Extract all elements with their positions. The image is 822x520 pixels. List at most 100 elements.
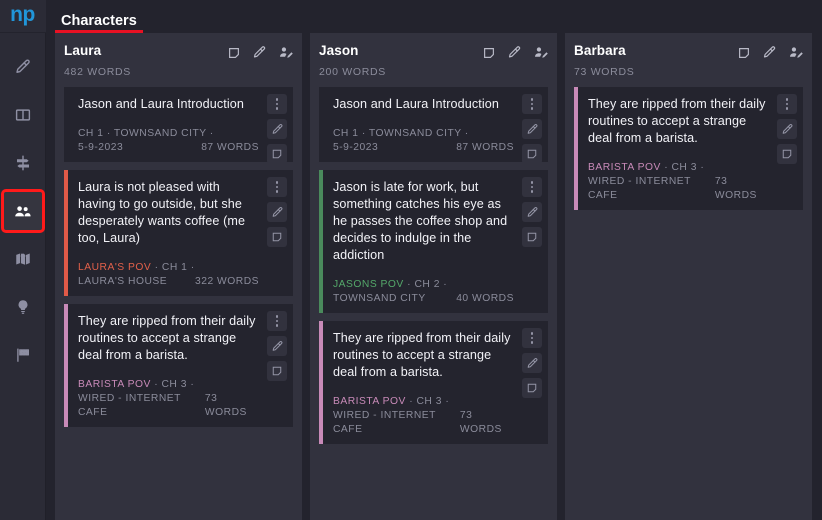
card-actions	[522, 94, 542, 164]
card-location-text: TOWNSAND CITY	[333, 293, 426, 304]
nav-icon-list	[0, 33, 45, 383]
note-icon[interactable]	[482, 46, 496, 60]
pen-icon[interactable]	[252, 45, 267, 60]
card-pov-label: BARISTA POV	[78, 379, 151, 390]
card-pov-label: BARISTA POV	[588, 162, 661, 173]
sidebar-item-places[interactable]	[3, 239, 43, 279]
card-word-count: 322 WORDS	[194, 276, 259, 287]
note-icon-button[interactable]	[267, 227, 287, 247]
column-header: Barbara	[574, 43, 803, 60]
card-location-text: 5-9-2023	[78, 142, 124, 153]
card-actions	[522, 177, 542, 247]
sidebar-item-ideas[interactable]	[3, 287, 43, 327]
more-vertical-icon-button[interactable]	[777, 94, 797, 114]
flag-icon	[14, 346, 32, 364]
card-meta: LAURA'S POV · CH 1 · LAURA'S HOUSE 322 WOR…	[78, 261, 259, 289]
column-title: Laura	[64, 43, 102, 58]
note-icon-button[interactable]	[522, 378, 542, 398]
top-tab-bar: Characters	[46, 0, 822, 33]
card-word-count: 40 WORDS	[456, 293, 514, 304]
card-meta-location: WIRED - INTERNET CAFE 73 WORDS	[333, 409, 514, 437]
note-icon-button[interactable]	[267, 361, 287, 381]
more-vertical-icon-button[interactable]	[522, 328, 542, 348]
pen-icon-button[interactable]	[777, 119, 797, 139]
tab-characters[interactable]: Characters	[55, 13, 143, 33]
sidebar-item-write[interactable]	[3, 47, 43, 87]
card-meta: CH 1 · TOWNSAND CITY · 5-9-2023 87 WORDS	[78, 127, 259, 155]
column-title: Jason	[319, 43, 359, 58]
card-location-text: 5-9-2023	[333, 142, 379, 153]
person-edit-icon[interactable]	[278, 45, 293, 60]
card-chapter-text: · CH 3 ·	[405, 396, 450, 407]
scene-card[interactable]: Jason and Laura Introduction CH 1 · TOWNS…	[64, 87, 293, 164]
card-meta-chapter: BARISTA POV · CH 3 ·	[588, 161, 769, 175]
more-vertical-icon-button[interactable]	[267, 311, 287, 331]
card-meta-chapter: CH 1 · TOWNSAND CITY ·	[78, 127, 259, 141]
scene-card[interactable]: They are ripped from their daily routine…	[574, 87, 803, 210]
pen-icon-button[interactable]	[522, 202, 542, 222]
card-pov-label: LAURA'S POV	[78, 262, 152, 273]
pen-icon[interactable]	[762, 45, 777, 60]
people-icon	[13, 202, 32, 221]
scene-card[interactable]: Jason is late for work, but something ca…	[319, 170, 548, 313]
card-meta-location: 5-9-2023 87 WORDS	[78, 141, 259, 155]
column-header: Laura	[64, 43, 293, 60]
column-actions	[227, 43, 293, 60]
card-word-count: 73 WORDS	[459, 410, 502, 435]
more-vertical-icon-button[interactable]	[267, 177, 287, 197]
card-pov-label: BARISTA POV	[333, 396, 406, 407]
scene-card[interactable]: Laura is not pleased with having to go o…	[64, 170, 293, 296]
note-icon-button[interactable]	[267, 144, 287, 164]
sidebar-item-characters[interactable]	[0, 189, 45, 233]
card-meta-chapter: BARISTA POV · CH 3 ·	[333, 395, 514, 409]
character-column: Jason 200 WORDS Jason and Laura Introducti…	[310, 33, 557, 520]
note-icon[interactable]	[227, 46, 241, 60]
sidebar-item-outline[interactable]	[3, 95, 43, 135]
card-actions	[267, 177, 287, 247]
column-word-count: 200 WORDS	[319, 66, 386, 78]
sidebar-item-plot[interactable]	[3, 143, 43, 183]
card-actions	[267, 94, 287, 164]
sidebar-item-goals[interactable]	[3, 335, 43, 375]
main-area: Characters Laura 482 WORDS Jason and Laura…	[46, 0, 822, 520]
card-list: Jason and Laura Introduction CH 1 · TOWNS…	[64, 87, 293, 427]
note-icon-button[interactable]	[522, 227, 542, 247]
card-chapter-text: · CH 1 ·	[151, 262, 195, 273]
note-icon-button[interactable]	[777, 144, 797, 164]
pen-icon-button[interactable]	[267, 202, 287, 222]
card-location-text: WIRED - INTERNET CAFE	[333, 410, 436, 435]
column-word-count: 73 WORDS	[574, 66, 635, 78]
card-meta-location: 5-9-2023 87 WORDS	[333, 141, 514, 155]
pen-icon-button[interactable]	[522, 353, 542, 373]
person-edit-icon[interactable]	[788, 45, 803, 60]
scene-card[interactable]: They are ripped from their daily routine…	[319, 321, 548, 444]
card-meta-location: WIRED - INTERNET CAFE 73 WORDS	[78, 392, 259, 420]
scene-card[interactable]: Jason and Laura Introduction CH 1 · TOWNS…	[319, 87, 548, 164]
scene-card[interactable]: They are ripped from their daily routine…	[64, 304, 293, 427]
column-actions	[737, 43, 803, 60]
note-icon-button[interactable]	[522, 144, 542, 164]
column-title: Barbara	[574, 43, 626, 58]
pen-icon-button[interactable]	[522, 119, 542, 139]
card-location-text: WIRED - INTERNET CAFE	[78, 393, 181, 418]
card-meta-chapter: JASONS POV · CH 2 ·	[333, 278, 514, 292]
card-chapter-text: CH 1 · TOWNSAND CITY ·	[333, 128, 469, 139]
app-logo[interactable]: np	[0, 0, 46, 33]
column-actions	[482, 43, 548, 60]
more-vertical-icon-button[interactable]	[522, 177, 542, 197]
more-vertical-icon-button[interactable]	[267, 94, 287, 114]
card-pov-label: JASONS POV	[333, 279, 404, 290]
pen-icon-button[interactable]	[267, 119, 287, 139]
card-title: They are ripped from their daily routine…	[78, 314, 256, 362]
map-icon	[14, 250, 32, 268]
card-meta-chapter: CH 1 · TOWNSAND CITY ·	[333, 127, 514, 141]
note-icon[interactable]	[737, 46, 751, 60]
pen-icon-button[interactable]	[267, 336, 287, 356]
pen-icon[interactable]	[507, 45, 522, 60]
card-meta-location: WIRED - INTERNET CAFE 73 WORDS	[588, 175, 769, 203]
card-title: Jason and Laura Introduction	[333, 97, 499, 111]
card-location-text: LAURA'S HOUSE	[78, 276, 168, 287]
more-vertical-icon-button[interactable]	[522, 94, 542, 114]
person-edit-icon[interactable]	[533, 45, 548, 60]
character-column: Barbara 73 WORDS They are ripped from thei…	[565, 33, 812, 520]
